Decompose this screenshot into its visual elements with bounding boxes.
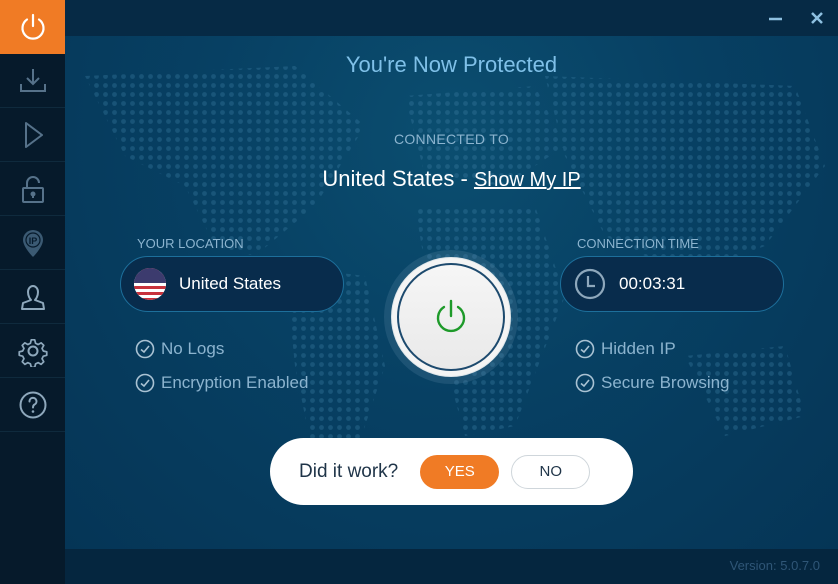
connected-to-label: CONNECTED TO	[393, 131, 510, 147]
close-button[interactable]	[805, 6, 829, 30]
sidebar-item-connect[interactable]	[0, 0, 65, 54]
feature-label: Encryption Enabled	[161, 373, 309, 392]
version-info: Version: 5.0.7.0	[730, 558, 820, 573]
sidebar-item-help[interactable]	[0, 378, 65, 432]
show-my-ip-link[interactable]: Show My IP	[474, 169, 581, 191]
power-button-face	[397, 263, 505, 371]
clock-icon	[574, 268, 606, 300]
connected-country: United States	[322, 166, 455, 191]
your-location-pill: United States	[120, 256, 344, 312]
power-icon	[20, 13, 45, 40]
sidebar-item-settings[interactable]	[0, 324, 65, 378]
title-bar	[65, 0, 838, 36]
check-circle-icon	[135, 373, 155, 393]
footer: Version: 5.0.7.0	[65, 549, 838, 584]
minimize-icon	[769, 17, 782, 21]
gear-icon	[17, 338, 48, 367]
sidebar-item-lock[interactable]	[0, 162, 65, 216]
your-location-label: YOUR LOCATION	[137, 236, 244, 251]
sidebar: IP	[0, 0, 65, 584]
play-icon	[24, 121, 43, 148]
sidebar-item-account[interactable]	[0, 270, 65, 324]
version-value: 5.0.7.0	[780, 558, 820, 573]
check-circle-icon	[135, 339, 155, 359]
connection-time-pill: 00:03:31	[560, 256, 784, 312]
ip-location-icon: IP	[22, 229, 43, 257]
feature-item: Secure Browsing	[575, 366, 730, 400]
sidebar-item-ip[interactable]: IP	[0, 216, 65, 270]
right-features: Hidden IP Secure Browsing	[575, 332, 730, 400]
power-icon	[436, 299, 466, 333]
feature-label: Secure Browsing	[601, 373, 730, 392]
lock-icon	[21, 175, 44, 203]
feature-item: No Logs	[135, 332, 308, 366]
connection-time-label: CONNECTION TIME	[577, 236, 699, 251]
feature-label: No Logs	[161, 339, 225, 358]
feature-item: Encryption Enabled	[135, 366, 308, 400]
feedback-question: Did it work?	[299, 460, 399, 482]
feedback-prompt: Did it work? YES NO	[270, 438, 633, 505]
left-features: No Logs Encryption Enabled	[135, 332, 308, 400]
status-title: You're Now Protected	[345, 52, 558, 77]
power-button-ring	[392, 258, 510, 376]
no-button[interactable]: NO	[511, 454, 591, 489]
connected-server: United States - Show My IP	[65, 166, 838, 192]
sidebar-item-play[interactable]	[0, 108, 65, 162]
feature-item: Hidden IP	[575, 332, 730, 366]
us-flag-icon	[134, 268, 166, 300]
sidebar-item-download[interactable]	[0, 54, 65, 108]
check-circle-icon	[575, 339, 595, 359]
close-icon	[811, 12, 823, 24]
check-circle-icon	[575, 373, 595, 393]
svg-text:IP: IP	[28, 236, 37, 246]
user-icon	[20, 284, 45, 310]
feature-label: Hidden IP	[601, 339, 676, 358]
minimize-button[interactable]	[763, 6, 787, 30]
version-label: Version:	[729, 558, 777, 573]
connection-time-value: 00:03:31	[619, 274, 686, 293]
connect-power-button[interactable]	[384, 250, 518, 384]
download-icon	[19, 68, 46, 92]
separator: -	[454, 166, 474, 191]
main-panel: You're Now Protected CONNECTED TO United…	[65, 36, 838, 549]
your-location-country: United States	[179, 274, 282, 293]
yes-button[interactable]: YES	[420, 454, 500, 489]
help-icon	[19, 391, 46, 418]
